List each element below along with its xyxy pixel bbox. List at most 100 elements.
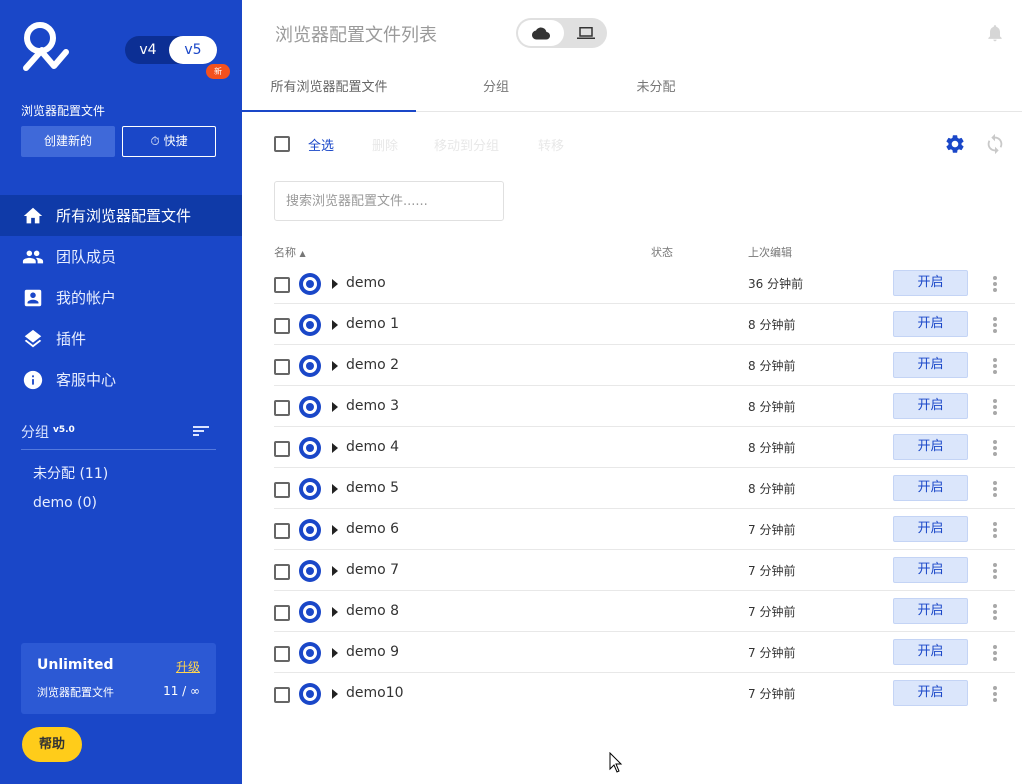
version-v5-option[interactable]: v5 (169, 36, 217, 64)
row-checkbox[interactable] (274, 359, 290, 375)
more-options-icon[interactable] (990, 440, 1000, 458)
tab-groups[interactable]: 分组 (416, 64, 576, 112)
table-row[interactable]: demo 36 分钟前 开启 (274, 263, 1015, 304)
table-row[interactable]: demo 5 8 分钟前 开启 (274, 468, 1015, 509)
sort-icon[interactable] (192, 423, 210, 439)
row-checkbox[interactable] (274, 441, 290, 457)
table-row[interactable]: demo 7 7 分钟前 开启 (274, 550, 1015, 591)
row-checkbox[interactable] (274, 277, 290, 293)
row-checkbox[interactable] (274, 482, 290, 498)
open-profile-button[interactable]: 开启 (893, 475, 968, 501)
profile-name[interactable]: demo 3 (346, 398, 399, 414)
expand-caret-icon[interactable] (332, 607, 338, 617)
sync-icon[interactable] (984, 133, 1006, 155)
profile-name[interactable]: demo (346, 275, 386, 291)
upgrade-link[interactable]: 升级 (176, 658, 200, 675)
group-item-unassigned[interactable]: 未分配 (11) (33, 463, 108, 483)
transfer-button[interactable]: 转移 (538, 135, 564, 154)
delete-button[interactable]: 删除 (372, 135, 398, 154)
table-row[interactable]: demo 9 7 分钟前 开启 (274, 632, 1015, 673)
version-v4-option[interactable]: v4 (125, 36, 171, 64)
profile-name[interactable]: demo 8 (346, 603, 399, 619)
more-options-icon[interactable] (990, 604, 1000, 622)
table-row[interactable]: demo 8 7 分钟前 开启 (274, 591, 1015, 632)
nav-item-team-members[interactable]: 团队成员 (0, 236, 242, 277)
expand-caret-icon[interactable] (332, 279, 338, 289)
more-options-icon[interactable] (990, 358, 1000, 376)
more-options-icon[interactable] (990, 686, 1000, 704)
local-mode-option[interactable] (566, 20, 605, 46)
nav-item-all-profiles[interactable]: 所有浏览器配置文件 (0, 195, 242, 236)
more-options-icon[interactable] (990, 276, 1000, 294)
select-all-button[interactable]: 全选 (308, 135, 334, 154)
column-header-name[interactable]: 名称 ▲ (274, 244, 306, 260)
search-input[interactable] (274, 181, 504, 221)
table-row[interactable]: demo 1 8 分钟前 开启 (274, 304, 1015, 345)
gear-icon[interactable] (944, 133, 966, 155)
expand-caret-icon[interactable] (332, 525, 338, 535)
more-options-icon[interactable] (990, 522, 1000, 540)
table-row[interactable]: demo 3 8 分钟前 开启 (274, 386, 1015, 427)
open-profile-button[interactable]: 开启 (893, 639, 968, 665)
cloud-mode-option[interactable] (518, 20, 564, 46)
profile-name[interactable]: demo 7 (346, 562, 399, 578)
table-row[interactable]: demo10 7 分钟前 开启 (274, 673, 1015, 714)
expand-caret-icon[interactable] (332, 361, 338, 371)
last-edited-time: 7 分钟前 (748, 646, 796, 660)
expand-caret-icon[interactable] (332, 320, 338, 330)
more-options-icon[interactable] (990, 481, 1000, 499)
open-profile-button[interactable]: 开启 (893, 434, 968, 460)
table-row[interactable]: demo 2 8 分钟前 开启 (274, 345, 1015, 386)
bell-icon[interactable] (985, 22, 1005, 44)
storage-mode-toggle[interactable] (516, 18, 607, 48)
app-logo[interactable] (20, 22, 70, 74)
nav-item-plugins[interactable]: 插件 (0, 318, 242, 359)
version-toggle[interactable]: v4 v5 新 (125, 36, 230, 79)
more-options-icon[interactable] (990, 317, 1000, 335)
profile-name[interactable]: demo 5 (346, 480, 399, 496)
row-checkbox[interactable] (274, 400, 290, 416)
expand-caret-icon[interactable] (332, 648, 338, 658)
row-checkbox[interactable] (274, 646, 290, 662)
group-item-demo[interactable]: demo (0) (33, 495, 97, 511)
open-profile-button[interactable]: 开启 (893, 352, 968, 378)
open-profile-button[interactable]: 开启 (893, 557, 968, 583)
open-profile-button[interactable]: 开启 (893, 680, 968, 706)
more-options-icon[interactable] (990, 645, 1000, 663)
profile-name[interactable]: demo 2 (346, 357, 399, 373)
row-checkbox[interactable] (274, 318, 290, 334)
row-checkbox[interactable] (274, 605, 290, 621)
profile-name[interactable]: demo 9 (346, 644, 399, 660)
profile-name[interactable]: demo 1 (346, 316, 399, 332)
table-row[interactable]: demo 6 7 分钟前 开启 (274, 509, 1015, 550)
open-profile-button[interactable]: 开启 (893, 598, 968, 624)
chrome-browser-icon (299, 396, 321, 418)
row-checkbox[interactable] (274, 523, 290, 539)
expand-caret-icon[interactable] (332, 402, 338, 412)
open-profile-button[interactable]: 开启 (893, 393, 968, 419)
expand-caret-icon[interactable] (332, 689, 338, 699)
open-profile-button[interactable]: 开启 (893, 311, 968, 337)
more-options-icon[interactable] (990, 399, 1000, 417)
profile-name[interactable]: demo 6 (346, 521, 399, 537)
nav-item-support[interactable]: 客服中心 (0, 359, 242, 400)
help-button[interactable]: 帮助 (22, 727, 82, 762)
expand-caret-icon[interactable] (332, 566, 338, 576)
tab-all-profiles[interactable]: 所有浏览器配置文件 (242, 64, 416, 112)
open-profile-button[interactable]: 开启 (893, 270, 968, 296)
select-all-checkbox[interactable] (274, 136, 290, 152)
profile-name[interactable]: demo10 (346, 685, 404, 701)
create-new-button[interactable]: 创建新的 (21, 126, 115, 157)
move-to-group-button[interactable]: 移动到分组 (434, 135, 499, 154)
quick-create-button[interactable]: ⏱ 快捷 (122, 126, 216, 157)
expand-caret-icon[interactable] (332, 443, 338, 453)
nav-item-my-account[interactable]: 我的帐户 (0, 277, 242, 318)
expand-caret-icon[interactable] (332, 484, 338, 494)
row-checkbox[interactable] (274, 687, 290, 703)
profile-name[interactable]: demo 4 (346, 439, 399, 455)
table-row[interactable]: demo 4 8 分钟前 开启 (274, 427, 1015, 468)
row-checkbox[interactable] (274, 564, 290, 580)
more-options-icon[interactable] (990, 563, 1000, 581)
open-profile-button[interactable]: 开启 (893, 516, 968, 542)
tab-unassigned[interactable]: 未分配 (576, 64, 736, 112)
